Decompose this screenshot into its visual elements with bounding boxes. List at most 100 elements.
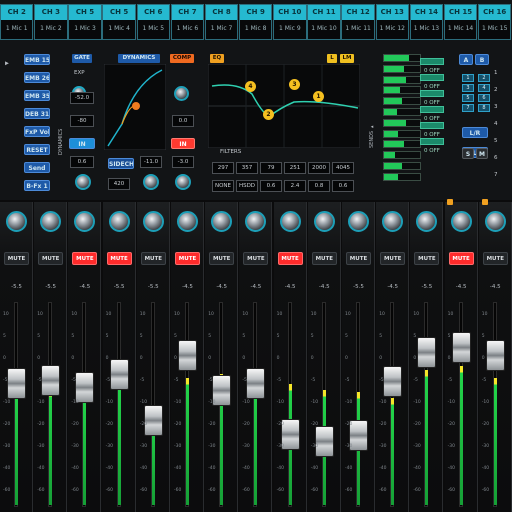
gate-release-knob[interactable]	[75, 174, 91, 190]
comp-tag[interactable]: COMP	[170, 54, 194, 63]
eq-band-handle[interactable]: 3	[289, 79, 300, 90]
eq-low-tag[interactable]: L	[327, 54, 337, 63]
eq-band-handle[interactable]: 4	[245, 81, 256, 92]
comp-value[interactable]: 0.0	[172, 115, 194, 127]
comp-makeup-value[interactable]: -3.0	[172, 156, 194, 168]
left-button[interactable]: EMB 15	[24, 54, 50, 65]
mute-button[interactable]: MUTE	[277, 252, 303, 265]
send-meter[interactable]	[383, 64, 421, 73]
pan-knob[interactable]	[211, 211, 233, 232]
mute-button[interactable]: MUTE	[311, 252, 337, 265]
send-level-bar[interactable]	[420, 90, 444, 97]
send-meter[interactable]	[383, 118, 421, 127]
mute-button[interactable]: MUTE	[346, 252, 371, 265]
left-button[interactable]: RESET	[24, 144, 50, 155]
fader-cap[interactable]	[143, 404, 163, 436]
eq-freq-value[interactable]: 2000	[308, 162, 330, 174]
mute-button[interactable]: MUTE	[414, 252, 440, 265]
pan-knob[interactable]	[142, 211, 164, 232]
route-grid-cell[interactable]: 7	[462, 104, 474, 112]
fader-cap[interactable]	[41, 364, 61, 396]
eq-freq-value[interactable]: 297	[212, 162, 234, 174]
left-button[interactable]: DEB 31	[24, 108, 50, 119]
mute-button[interactable]: MUTE	[243, 252, 269, 265]
eq-freq-value[interactable]: 357	[236, 162, 258, 174]
bus-select-button[interactable]: B	[475, 54, 489, 65]
eq-band-handle[interactable]: 1	[313, 91, 324, 102]
pan-knob[interactable]	[416, 211, 438, 232]
pan-knob[interactable]	[6, 211, 27, 232]
mute-button[interactable]: MUTE	[209, 252, 235, 265]
channel-tab[interactable]: CH 16 1 Mic 15	[477, 4, 512, 40]
pan-knob[interactable]	[177, 211, 198, 232]
channel-tab[interactable]: CH 10 1 Mic 9	[273, 4, 307, 40]
send-meter[interactable]	[383, 97, 421, 106]
send-meter[interactable]	[383, 172, 421, 181]
gate-threshold-value[interactable]: -52.0	[70, 92, 94, 104]
channel-tab[interactable]: CH 61 Mic 5	[136, 4, 171, 40]
send-level-bar[interactable]	[420, 138, 444, 145]
left-button[interactable]: FxP Vol	[24, 126, 50, 137]
send-meter[interactable]	[383, 151, 421, 160]
route-grid-cell[interactable]: 6	[478, 94, 490, 102]
channel-tab[interactable]: CH 71 Mic 6	[170, 4, 205, 40]
left-button[interactable]: EMB 26	[24, 72, 50, 83]
pan-knob[interactable]	[484, 211, 506, 232]
mute-button[interactable]: MUTE	[4, 252, 29, 265]
mute-button[interactable]: MUTE	[380, 252, 406, 265]
channel-tab[interactable]: CH 11 1 Mic 10	[307, 4, 341, 40]
fader-cap[interactable]	[314, 425, 334, 457]
fader-cap[interactable]	[485, 340, 505, 372]
sidechain-button[interactable]: SIDECHAIN	[108, 158, 134, 169]
channel-tab[interactable]: CH 51 Mic 3	[68, 4, 102, 40]
route-sm-button[interactable]: S	[462, 148, 474, 159]
route-sm-button[interactable]: M	[476, 148, 488, 159]
pan-knob[interactable]	[348, 211, 369, 232]
eq-lowmid-tag[interactable]: LM	[340, 54, 354, 63]
left-button[interactable]: Send	[24, 162, 50, 173]
fader-cap[interactable]	[75, 371, 95, 403]
left-button[interactable]: B-Fx 1	[24, 180, 50, 191]
fader-cap[interactable]	[417, 336, 437, 368]
comp-makeup-knob[interactable]	[175, 174, 191, 190]
send-level-bar[interactable]	[420, 122, 444, 129]
send-meter[interactable]	[383, 162, 421, 170]
mute-button[interactable]: MUTE	[482, 252, 508, 265]
bus-select-button[interactable]: A	[459, 54, 473, 65]
fader-cap[interactable]	[178, 340, 197, 372]
eq-band-handle[interactable]: 2	[263, 109, 274, 120]
pan-knob[interactable]	[450, 211, 472, 232]
route-grid-cell[interactable]: 2	[478, 74, 490, 82]
pan-knob[interactable]	[40, 211, 62, 232]
eq-type-value[interactable]: 0.6	[260, 180, 282, 192]
send-meter[interactable]	[383, 140, 421, 149]
dynamics-knee-knob[interactable]	[143, 174, 159, 190]
comp-threshold-knob[interactable]	[174, 86, 189, 101]
route-label-button[interactable]: L/R	[462, 127, 488, 138]
mute-button[interactable]: MUTE	[448, 252, 474, 265]
mute-button[interactable]: MUTE	[106, 252, 132, 265]
eq-graph[interactable]	[208, 64, 360, 148]
eq-type-value[interactable]: NONE	[212, 180, 234, 192]
pan-knob[interactable]	[382, 211, 404, 232]
eq-type-value[interactable]: 0.6	[332, 180, 354, 192]
dynamics-graph[interactable]	[104, 64, 166, 150]
eq-type-value[interactable]: 0.8	[308, 180, 330, 192]
dynamics-release-value[interactable]: 420	[108, 178, 130, 190]
gate-attack-value[interactable]: 0.6	[70, 156, 94, 168]
route-grid-cell[interactable]: 1	[462, 74, 474, 82]
mute-button[interactable]: MUTE	[175, 252, 200, 265]
gate-in-button[interactable]: IN	[69, 138, 95, 149]
eq-title[interactable]: EQ	[210, 54, 224, 63]
pan-knob[interactable]	[74, 211, 96, 232]
dynamics-ratio-value[interactable]: -11.0	[140, 156, 162, 168]
channel-tab[interactable]: CH 12 1 Mic 11	[341, 4, 375, 40]
gate-range-value[interactable]: -80	[70, 115, 94, 127]
send-meter[interactable]	[383, 75, 421, 84]
pan-knob[interactable]	[279, 211, 301, 232]
mute-button[interactable]: MUTE	[72, 252, 98, 265]
send-level-bar[interactable]	[420, 106, 444, 113]
eq-freq-value[interactable]: 4045	[332, 162, 354, 174]
send-state-label[interactable]: 0 OFF	[424, 148, 440, 154]
pan-knob[interactable]	[313, 211, 335, 232]
